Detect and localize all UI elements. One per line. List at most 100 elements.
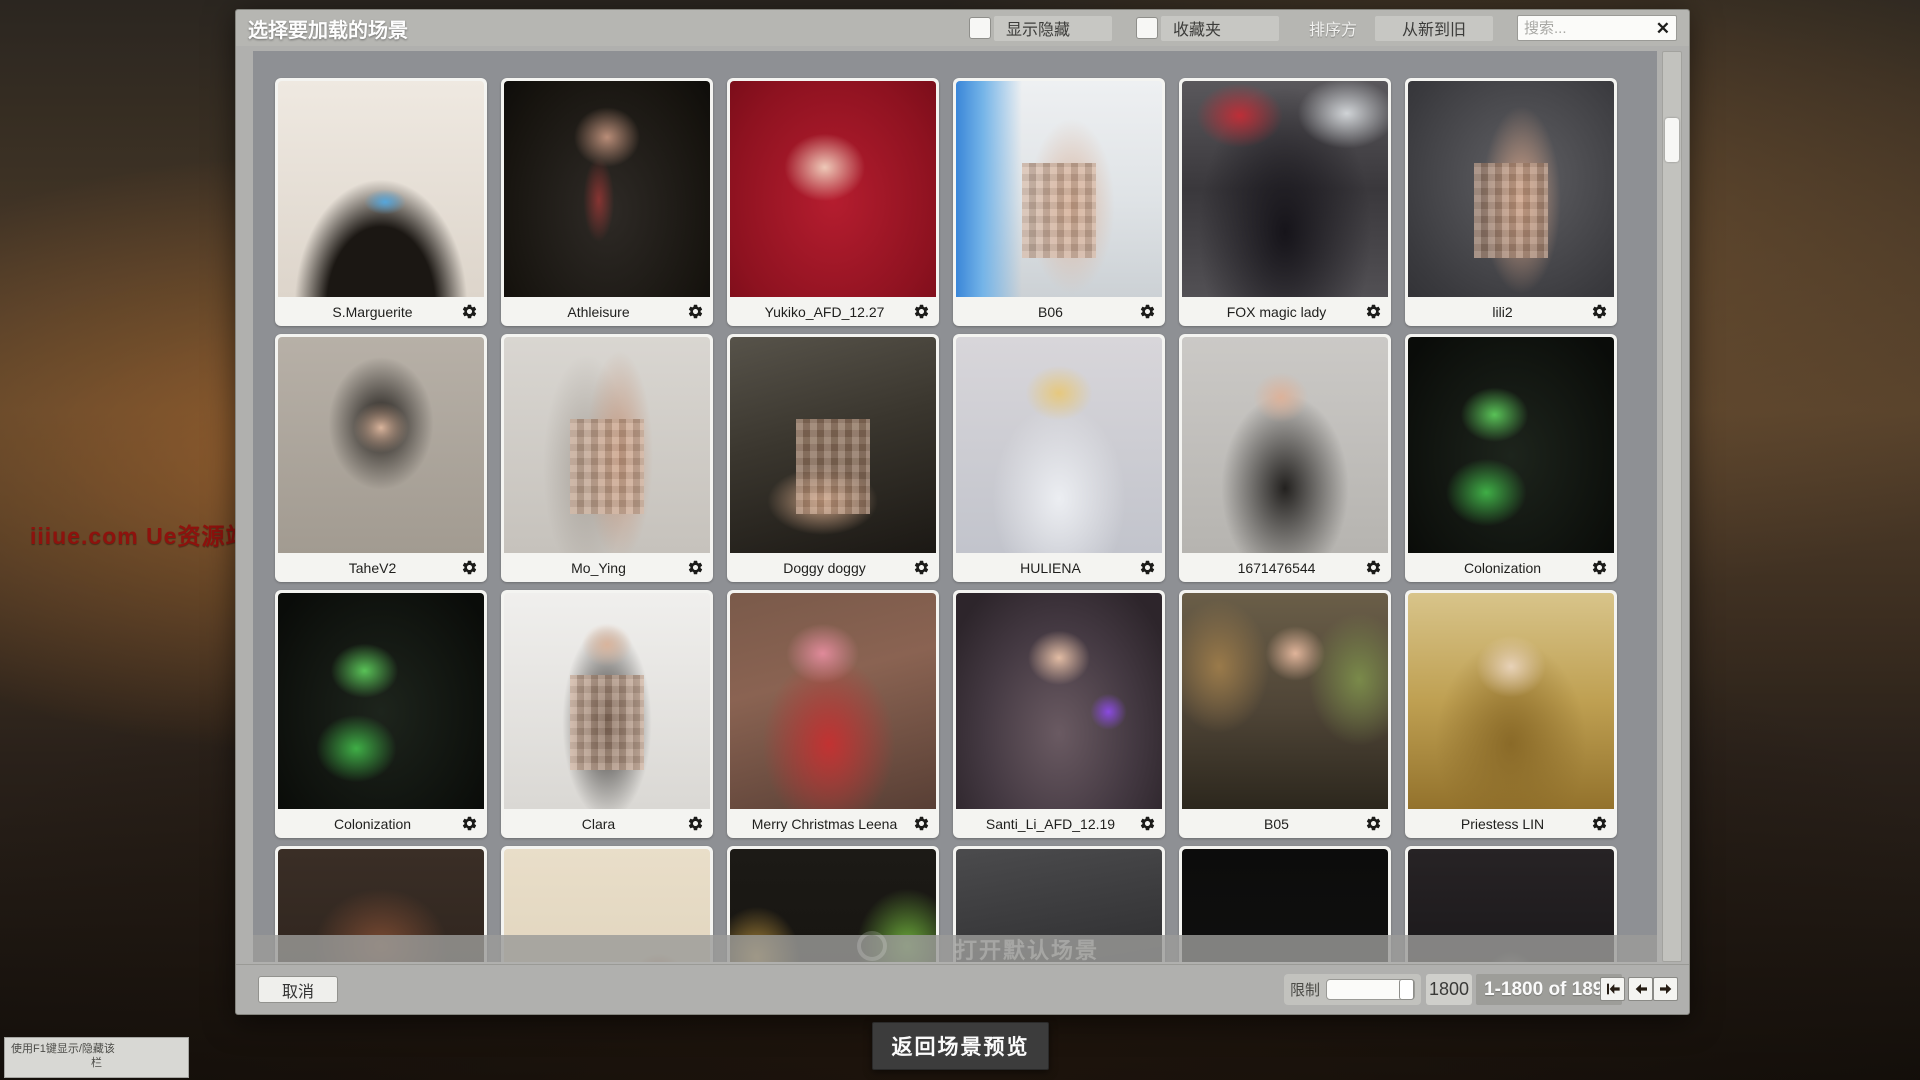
scrollbar-thumb[interactable]: [1665, 118, 1679, 162]
scene-name: lili2: [1414, 304, 1591, 320]
gear-icon[interactable]: [1139, 303, 1156, 320]
gear-icon[interactable]: [1591, 303, 1608, 320]
limit-slider[interactable]: [1326, 979, 1415, 1000]
sort-order-dropdown[interactable]: 从新到旧: [1375, 16, 1493, 41]
f1-hint-line1: 使用F1键显示/隐藏该: [11, 1042, 182, 1056]
sort-label: 排序方: [1309, 16, 1357, 40]
prev-page-button[interactable]: [1628, 977, 1653, 1001]
first-page-button[interactable]: [1600, 977, 1625, 1001]
scene-card-labelbar: Colonization: [278, 809, 484, 838]
scene-card[interactable]: Priestess LIN: [1405, 590, 1617, 838]
show-hidden-checkbox[interactable]: [969, 17, 991, 39]
scene-card[interactable]: Yukiko_AFD_12.27: [727, 78, 939, 326]
scene-thumbnail[interactable]: [278, 337, 484, 553]
search-clear-icon[interactable]: ✕: [1652, 20, 1670, 37]
gear-icon[interactable]: [461, 559, 478, 576]
favorites-control: 收藏夹: [1136, 16, 1279, 41]
scene-thumbnail[interactable]: [1408, 81, 1614, 297]
scene-name: Merry Christmas Leena: [736, 816, 913, 832]
scene-thumbnail[interactable]: [956, 81, 1162, 297]
scene-card[interactable]: Merry Christmas Leena: [727, 590, 939, 838]
scene-card[interactable]: 1671476544: [1179, 334, 1391, 582]
gear-icon[interactable]: [1591, 815, 1608, 832]
scene-card[interactable]: Santi_Li_AFD_12.19: [953, 590, 1165, 838]
scene-card[interactable]: Colonization: [1405, 334, 1617, 582]
scene-grid-panel: S.Marguerite Athleisure Yukiko_AFD_12.27…: [253, 51, 1657, 962]
return-scene-preview-button[interactable]: 返回场景预览: [872, 1022, 1049, 1070]
scene-card[interactable]: Doggy doggy: [727, 334, 939, 582]
scene-thumbnail[interactable]: [504, 81, 710, 297]
favorites-checkbox[interactable]: [1136, 17, 1158, 39]
scene-name: Colonization: [1414, 560, 1591, 576]
scene-thumbnail[interactable]: [278, 81, 484, 297]
scene-card[interactable]: S.Marguerite: [275, 78, 487, 326]
gear-icon[interactable]: [687, 303, 704, 320]
gear-icon[interactable]: [913, 815, 930, 832]
scene-card[interactable]: B05: [1179, 590, 1391, 838]
scene-thumbnail[interactable]: [956, 593, 1162, 809]
favorites-label[interactable]: 收藏夹: [1161, 16, 1279, 41]
scene-thumbnail[interactable]: [504, 337, 710, 553]
scene-thumbnail[interactable]: [730, 81, 936, 297]
scene-name: Santi_Li_AFD_12.19: [962, 816, 1139, 832]
scene-thumbnail[interactable]: [278, 593, 484, 809]
gear-icon[interactable]: [1591, 559, 1608, 576]
cancel-button[interactable]: 取消: [258, 976, 338, 1003]
gear-icon[interactable]: [1139, 559, 1156, 576]
limit-slider-handle[interactable]: [1399, 979, 1414, 1000]
scene-card[interactable]: Clara: [501, 590, 713, 838]
gear-icon[interactable]: [1365, 303, 1382, 320]
scene-card[interactable]: HULIENA: [953, 334, 1165, 582]
scene-card-labelbar: Yukiko_AFD_12.27: [730, 297, 936, 326]
scene-thumbnail[interactable]: [1182, 337, 1388, 553]
scene-name: HULIENA: [962, 560, 1139, 576]
scene-card-labelbar: S.Marguerite: [278, 297, 484, 326]
scene-card[interactable]: TaheV2: [275, 334, 487, 582]
gear-icon[interactable]: [913, 559, 930, 576]
scene-thumbnail[interactable]: [956, 337, 1162, 553]
scene-card-labelbar: Colonization: [1408, 553, 1614, 582]
scene-thumbnail[interactable]: [1182, 81, 1388, 297]
scene-name: Clara: [510, 816, 687, 832]
grid-scrollbar[interactable]: [1662, 51, 1682, 962]
scene-name: Yukiko_AFD_12.27: [736, 304, 913, 320]
scene-thumbnail[interactable]: [1182, 593, 1388, 809]
gear-icon[interactable]: [1139, 815, 1156, 832]
scene-grid: S.Marguerite Athleisure Yukiko_AFD_12.27…: [253, 51, 1657, 962]
scene-card[interactable]: lili2: [1405, 78, 1617, 326]
ghost-overlay-band: 打开默认场景: [253, 935, 1657, 962]
gear-icon[interactable]: [687, 559, 704, 576]
search-input[interactable]: [1524, 20, 1652, 37]
scene-card-labelbar: FOX magic lady: [1182, 297, 1388, 326]
gear-icon[interactable]: [1365, 559, 1382, 576]
scene-thumbnail[interactable]: [1408, 337, 1614, 553]
dialog-header: 选择要加载的场景 显示隐藏 收藏夹 排序方 从新到旧 ✕: [236, 10, 1689, 46]
gear-icon[interactable]: [913, 303, 930, 320]
scene-card-labelbar: Santi_Li_AFD_12.19: [956, 809, 1162, 838]
scene-card[interactable]: FOX magic lady: [1179, 78, 1391, 326]
scene-name: TaheV2: [284, 560, 461, 576]
first-page-icon: [1604, 981, 1622, 997]
next-page-button[interactable]: [1653, 977, 1678, 1001]
next-page-icon: [1657, 981, 1675, 997]
show-hidden-label[interactable]: 显示隐藏: [994, 16, 1112, 41]
scene-thumbnail[interactable]: [1408, 593, 1614, 809]
gear-icon[interactable]: [461, 815, 478, 832]
scene-card[interactable]: Colonization: [275, 590, 487, 838]
scene-thumbnail[interactable]: [730, 337, 936, 553]
scene-load-dialog: 选择要加载的场景 显示隐藏 收藏夹 排序方 从新到旧 ✕: [235, 9, 1690, 1015]
gear-icon[interactable]: [687, 815, 704, 832]
scene-thumbnail[interactable]: [504, 593, 710, 809]
scene-card-labelbar: Merry Christmas Leena: [730, 809, 936, 838]
header-controls: 显示隐藏 收藏夹 排序方 从新到旧 ✕: [969, 15, 1677, 41]
f1-hint-tooltip: 使用F1键显示/隐藏该 栏: [4, 1037, 189, 1078]
gear-icon[interactable]: [461, 303, 478, 320]
scene-card-labelbar: 1671476544: [1182, 553, 1388, 582]
prev-page-icon: [1632, 981, 1650, 997]
scene-thumbnail[interactable]: [730, 593, 936, 809]
gear-icon[interactable]: [1365, 815, 1382, 832]
scene-card[interactable]: B06: [953, 78, 1165, 326]
scene-card[interactable]: Mo_Ying: [501, 334, 713, 582]
scene-name: Colonization: [284, 816, 461, 832]
scene-card[interactable]: Athleisure: [501, 78, 713, 326]
